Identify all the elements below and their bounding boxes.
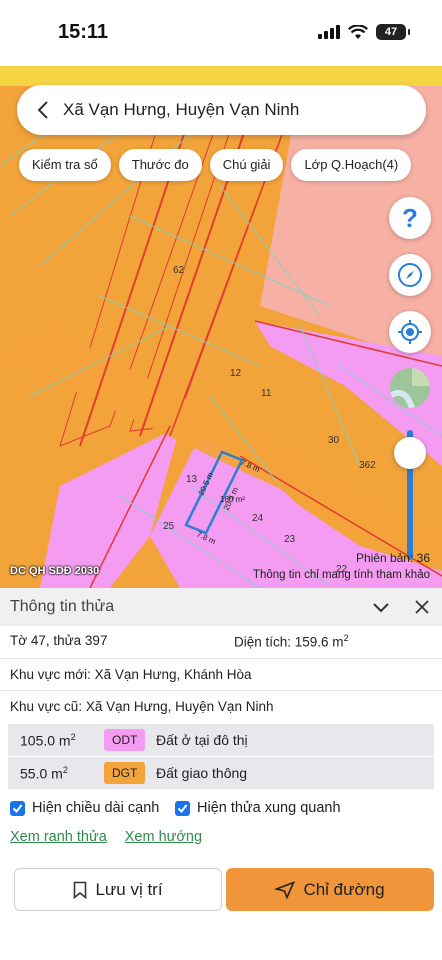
zone-row: 105.0 m2 ODT Đất ở tại đô thị [8,724,434,756]
cellular-signal-icon [318,25,340,39]
status-bar: 15:11 47 [0,0,442,66]
directions-label: Chỉ đường [303,879,385,899]
chip-legend[interactable]: Chú giải [209,149,284,181]
tool-chips: Kiểm tra sổ Thước đo Chú giải Lớp Q.Hoạc… [19,149,412,181]
view-boundary-link[interactable]: Xem ranh thửa [10,829,107,845]
zone-description: Đất ở tại đô thị [156,732,248,748]
parcel-label: 62 [173,265,185,276]
show-edge-length-toggle[interactable]: Hiện chiều dài cạnh [10,800,159,816]
search-bar[interactable]: Xã Vạn Hưng, Huyện Vạn Ninh [17,85,426,135]
chevron-down-icon[interactable] [372,598,390,616]
parcel-id-row: Tờ 47, thửa 397 Diện tích: 159.6 m2 [0,633,442,657]
zone-code-badge: DGT [104,762,146,784]
my-location-button[interactable] [389,311,431,353]
navigation-arrow-icon [275,880,296,899]
close-icon[interactable] [414,599,430,615]
show-neighbors-toggle[interactable]: Hiện thửa xung quanh [175,800,341,816]
show-edge-length-label: Hiện chiều dài cạnh [32,800,160,816]
help-button[interactable]: ? [389,197,431,239]
compass-button[interactable] [389,254,431,296]
status-time: 15:11 [58,21,109,43]
compass-icon [398,263,422,287]
locate-icon [398,320,422,344]
map-version: Phiên bản: 36 [355,551,430,565]
parcel-label: 13 [186,474,198,485]
checkbox-checked-icon[interactable] [10,800,25,816]
parcel-info-header: Thông tin thửa [0,588,442,626]
zone-row: 55.0 m2 DGT Đất giao thông [8,757,434,789]
old-area-text: Khu vực cũ: Xã Vạn Hưng, Huyện Vạn Ninh [10,699,274,714]
parcel-label: 30 [328,435,340,446]
map-layer-label: DC QH SDĐ 2030 [10,565,100,577]
show-neighbors-label: Hiện thửa xung quanh [197,800,341,816]
opacity-slider-handle[interactable] [394,437,426,469]
map-canvas[interactable]: 62 12 11 30 362 13 25 24 23 22 20.5 m 7.… [0,66,442,588]
base-layer-thumbnail[interactable] [390,368,430,408]
chip-check-book[interactable]: Kiểm tra sổ [19,149,111,181]
chip-ruler[interactable]: Thước đo [118,149,202,181]
view-direction-link[interactable]: Xem hướng [125,829,202,845]
new-area-text: Khu vực mới: Xã Vạn Hưng, Khánh Hòa [10,667,252,682]
save-location-button[interactable]: Lưu vị trí [14,868,222,911]
parcel-area: Diện tích: 159.6 m2 [234,633,349,650]
parcel-label: 362 [359,460,376,471]
checkbox-checked-icon[interactable] [175,800,190,816]
parcel-label: 24 [252,513,264,524]
location-title: Xã Vạn Hưng, Huyện Vạn Ninh [63,100,300,119]
parcel-label: 11 [261,388,272,399]
panel-title: Thông tin thửa [10,598,115,615]
map-disclaimer: Thông tin chỉ mang tính tham khảo [252,569,430,581]
land-use-map: 62 12 11 30 362 13 25 24 23 22 20.5 m 7.… [0,66,442,588]
parcel-label: 12 [230,368,242,379]
save-location-label: Lưu vị trí [95,879,163,899]
zone-code-badge: ODT [104,729,146,751]
sheet-parcel: Tờ 47, thửa 397 [10,633,108,648]
help-icon: ? [402,202,418,233]
bookmark-icon [74,881,87,899]
old-area-row: Khu vực cũ: Xã Vạn Hưng, Huyện Vạn Ninh [0,690,442,722]
new-area-row: Khu vực mới: Xã Vạn Hưng, Khánh Hòa [0,658,442,690]
parcel-label: 25 [163,521,175,532]
chip-planning-layer[interactable]: Lớp Q.Hoạch(4) [291,149,412,181]
battery-icon: 47 [376,24,410,40]
parcel-label: 23 [284,534,296,545]
zone-area: 55.0 m2 [20,764,68,782]
wifi-icon [348,24,368,39]
zone-area: 105.0 m2 [20,731,76,749]
directions-button[interactable]: Chỉ đường [226,868,434,911]
zone-description: Đất giao thông [156,765,248,781]
back-arrow-icon[interactable] [23,85,63,135]
